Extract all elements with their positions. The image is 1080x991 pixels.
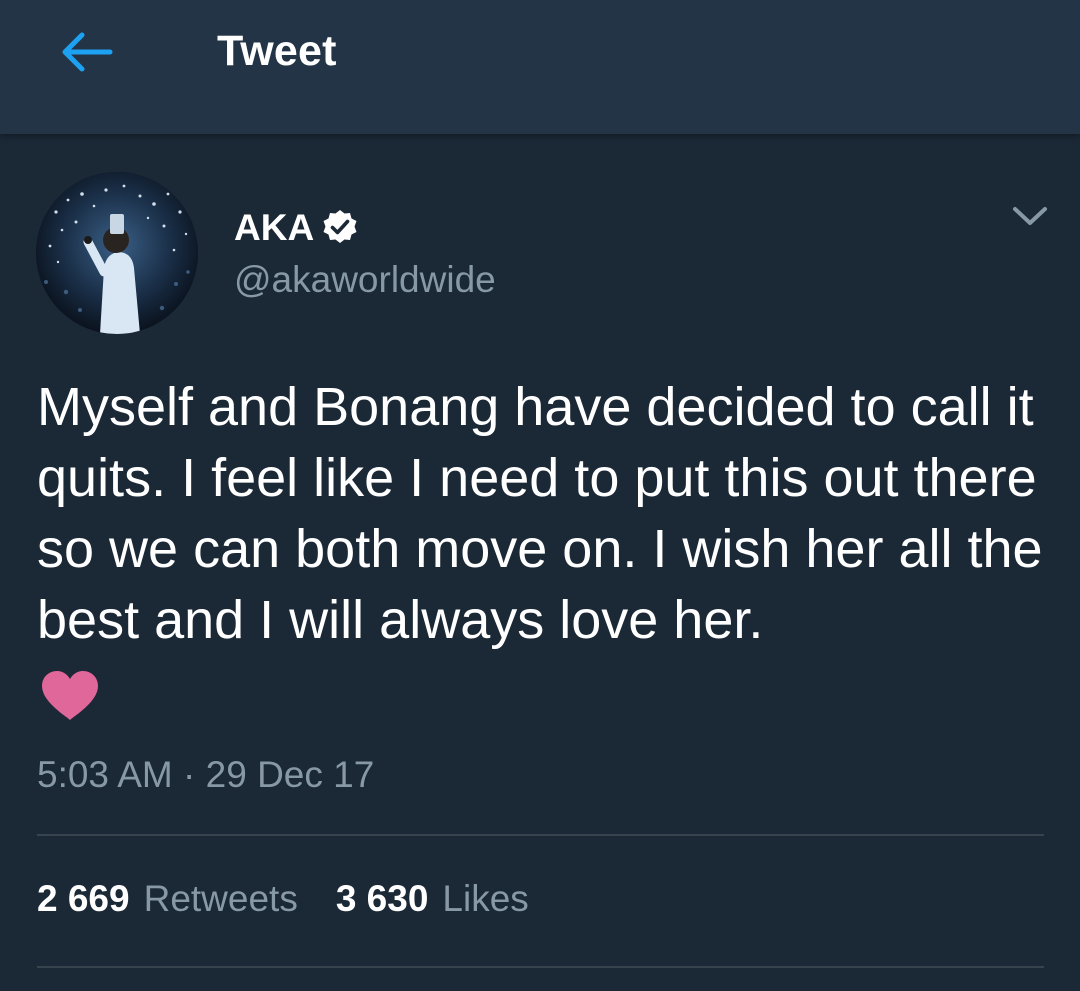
likes-count: 3 630 [335, 878, 429, 919]
tweet-detail-screen: Tweet AKA @akaworldwide Myself and Bonan… [0, 0, 1080, 991]
back-button[interactable] [50, 22, 122, 82]
top-app-bar: Tweet [0, 0, 1080, 134]
tweet-text: Myself and Bonang have decided to call i… [37, 377, 1043, 650]
arrow-left-icon [62, 32, 113, 72]
chevron-down-icon [1013, 207, 1047, 225]
page-title: Tweet [217, 27, 337, 75]
profile-photo [36, 172, 198, 334]
avatar[interactable] [36, 172, 198, 334]
pink-heart-emoji [42, 671, 98, 720]
retweets-count: 2 669 [37, 878, 130, 919]
author-handle[interactable]: @akaworldwide [234, 259, 496, 301]
likes-stat[interactable]: 3 630 Likes [336, 878, 529, 920]
verified-badge-icon [323, 210, 357, 243]
tweet-timestamp[interactable]: 5:03 AM · 29 Dec 17 [37, 754, 374, 796]
author-name[interactable]: AKA [234, 207, 314, 249]
tweet-menu-button[interactable] [1008, 198, 1052, 234]
divider [37, 966, 1044, 968]
retweets-label: Retweets [143, 878, 298, 919]
retweets-stat[interactable]: 2 669 Retweets [37, 878, 298, 920]
divider [37, 834, 1044, 836]
tweet-stats: 2 669 Retweets 3 630 Likes [37, 878, 529, 930]
likes-label: Likes [442, 878, 529, 919]
